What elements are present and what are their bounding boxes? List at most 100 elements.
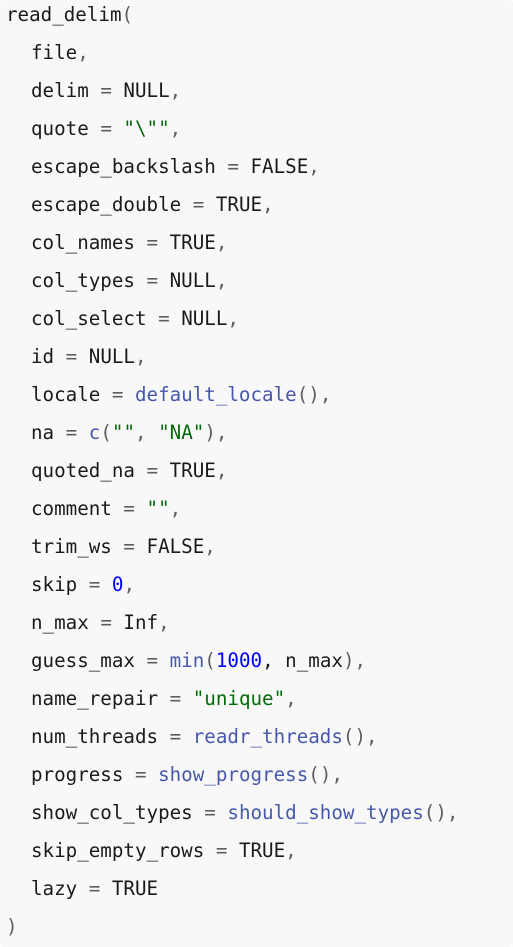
argument-name: num_threads	[31, 725, 159, 748]
assign-operator: =	[77, 573, 112, 596]
argument-line: guess_max = min(1000, n_max),	[6, 642, 513, 680]
comma: ,	[308, 155, 320, 178]
argument-value: TRUE	[169, 459, 216, 482]
argument-line: delim = NULL,	[6, 72, 513, 110]
argument-name: escape_backslash	[31, 155, 216, 178]
argument-value: TRUE	[238, 839, 286, 862]
function-signature: read_delim(file, delim = NULL, quote = "\"…	[6, 0, 513, 946]
signature-footer-line: )	[6, 908, 513, 946]
function-call-name: show_progress	[158, 763, 309, 786]
argument-name: skip	[31, 573, 78, 596]
call-separator: ,	[135, 421, 159, 444]
argument-value: NULL	[123, 79, 170, 102]
comma: ,	[285, 839, 297, 862]
argument-name: comment	[31, 497, 112, 520]
close-paren: )	[6, 915, 18, 938]
argument-name: col_types	[31, 269, 135, 292]
call-close-paren: )	[342, 649, 355, 672]
argument-name: col_select	[31, 307, 147, 330]
argument-list: file, delim = NULL, quote = "\"", escape_ba…	[6, 34, 513, 908]
argument-name: trim_ws	[31, 535, 112, 558]
function-call-name: default_locale	[134, 383, 297, 406]
code-block: read_delim(file, delim = NULL, quote = "\"…	[0, 0, 513, 947]
assign-operator: =	[134, 231, 170, 254]
comma: ,	[204, 535, 216, 558]
assign-operator: =	[215, 155, 251, 178]
argument-line: na = c("", "NA"),	[6, 414, 513, 452]
assign-operator: =	[77, 877, 112, 900]
assign-operator: =	[192, 801, 228, 824]
assign-operator: =	[88, 79, 124, 102]
argument-value: NULL	[169, 269, 216, 292]
argument-line: skip = 0,	[6, 566, 513, 604]
comma: ,	[169, 497, 182, 520]
argument-name: n_max	[31, 611, 89, 634]
call-string-arg: "NA"	[158, 421, 205, 444]
assign-operator: =	[134, 269, 170, 292]
open-paren: (	[121, 3, 134, 26]
argument-value: TRUE	[111, 877, 159, 900]
argument-value: "\""	[123, 117, 170, 140]
call-open-paren: (	[100, 421, 112, 444]
comma: ,	[366, 725, 378, 748]
function-name: read_delim	[6, 3, 122, 26]
argument-line: file,	[6, 34, 513, 72]
argument-line: col_select = NULL,	[6, 300, 513, 338]
assign-operator: =	[88, 611, 124, 634]
assign-operator: =	[100, 383, 135, 406]
assign-operator: =	[123, 763, 159, 786]
argument-name: file	[31, 41, 78, 64]
argument-line: show_col_types = should_show_types(),	[6, 794, 513, 832]
argument-line: col_names = TRUE,	[6, 224, 513, 262]
assign-operator: =	[181, 193, 216, 216]
argument-line: quote = "\"",	[6, 110, 513, 148]
assign-operator: =	[158, 725, 193, 748]
comma: ,	[158, 611, 170, 634]
argument-name: id	[31, 345, 55, 368]
function-call-name: should_show_types	[227, 801, 424, 824]
argument-name: progress	[31, 763, 124, 786]
call-parens: ()	[423, 801, 447, 824]
argument-name: na	[31, 421, 55, 444]
function-call-name: c	[88, 421, 101, 444]
function-call-name: readr_threads	[192, 725, 343, 748]
call-close-paren: )	[204, 421, 216, 444]
argument-value: TRUE	[169, 231, 216, 254]
comma: ,	[319, 383, 332, 406]
argument-name: name_repair	[31, 687, 159, 710]
argument-line: num_threads = readr_threads(),	[6, 718, 513, 756]
argument-line: progress = show_progress(),	[6, 756, 513, 794]
argument-name: lazy	[31, 877, 78, 900]
signature-header-line: read_delim(	[6, 0, 513, 34]
comma: ,	[331, 763, 343, 786]
assign-operator: =	[54, 345, 89, 368]
argument-name: quoted_na	[31, 459, 135, 482]
argument-value: 0	[111, 573, 124, 596]
argument-value: FALSE	[146, 535, 205, 558]
argument-name: show_col_types	[31, 801, 193, 824]
comma: ,	[169, 79, 182, 102]
argument-line: escape_double = TRUE,	[6, 186, 513, 224]
comma: ,	[134, 345, 147, 368]
call-open-paren: (	[204, 649, 216, 672]
call-parens: ()	[308, 763, 332, 786]
argument-line: col_types = NULL,	[6, 262, 513, 300]
argument-name: escape_double	[31, 193, 182, 216]
argument-line: id = NULL,	[6, 338, 513, 376]
call-rest-args: , n_max	[262, 649, 343, 672]
argument-value: TRUE	[215, 193, 263, 216]
argument-line: n_max = Inf,	[6, 604, 513, 642]
assign-operator: =	[134, 649, 170, 672]
assign-operator: =	[54, 421, 89, 444]
argument-line: escape_backslash = FALSE,	[6, 148, 513, 186]
comma: ,	[215, 459, 228, 482]
argument-name: quote	[31, 117, 89, 140]
argument-value: "unique"	[192, 687, 286, 710]
comma: ,	[169, 117, 182, 140]
argument-line: trim_ws = FALSE,	[6, 528, 513, 566]
argument-value: FALSE	[250, 155, 309, 178]
argument-name: guess_max	[31, 649, 135, 672]
argument-name: skip_empty_rows	[31, 839, 205, 862]
call-string-arg: ""	[111, 421, 135, 444]
argument-line: skip_empty_rows = TRUE,	[6, 832, 513, 870]
